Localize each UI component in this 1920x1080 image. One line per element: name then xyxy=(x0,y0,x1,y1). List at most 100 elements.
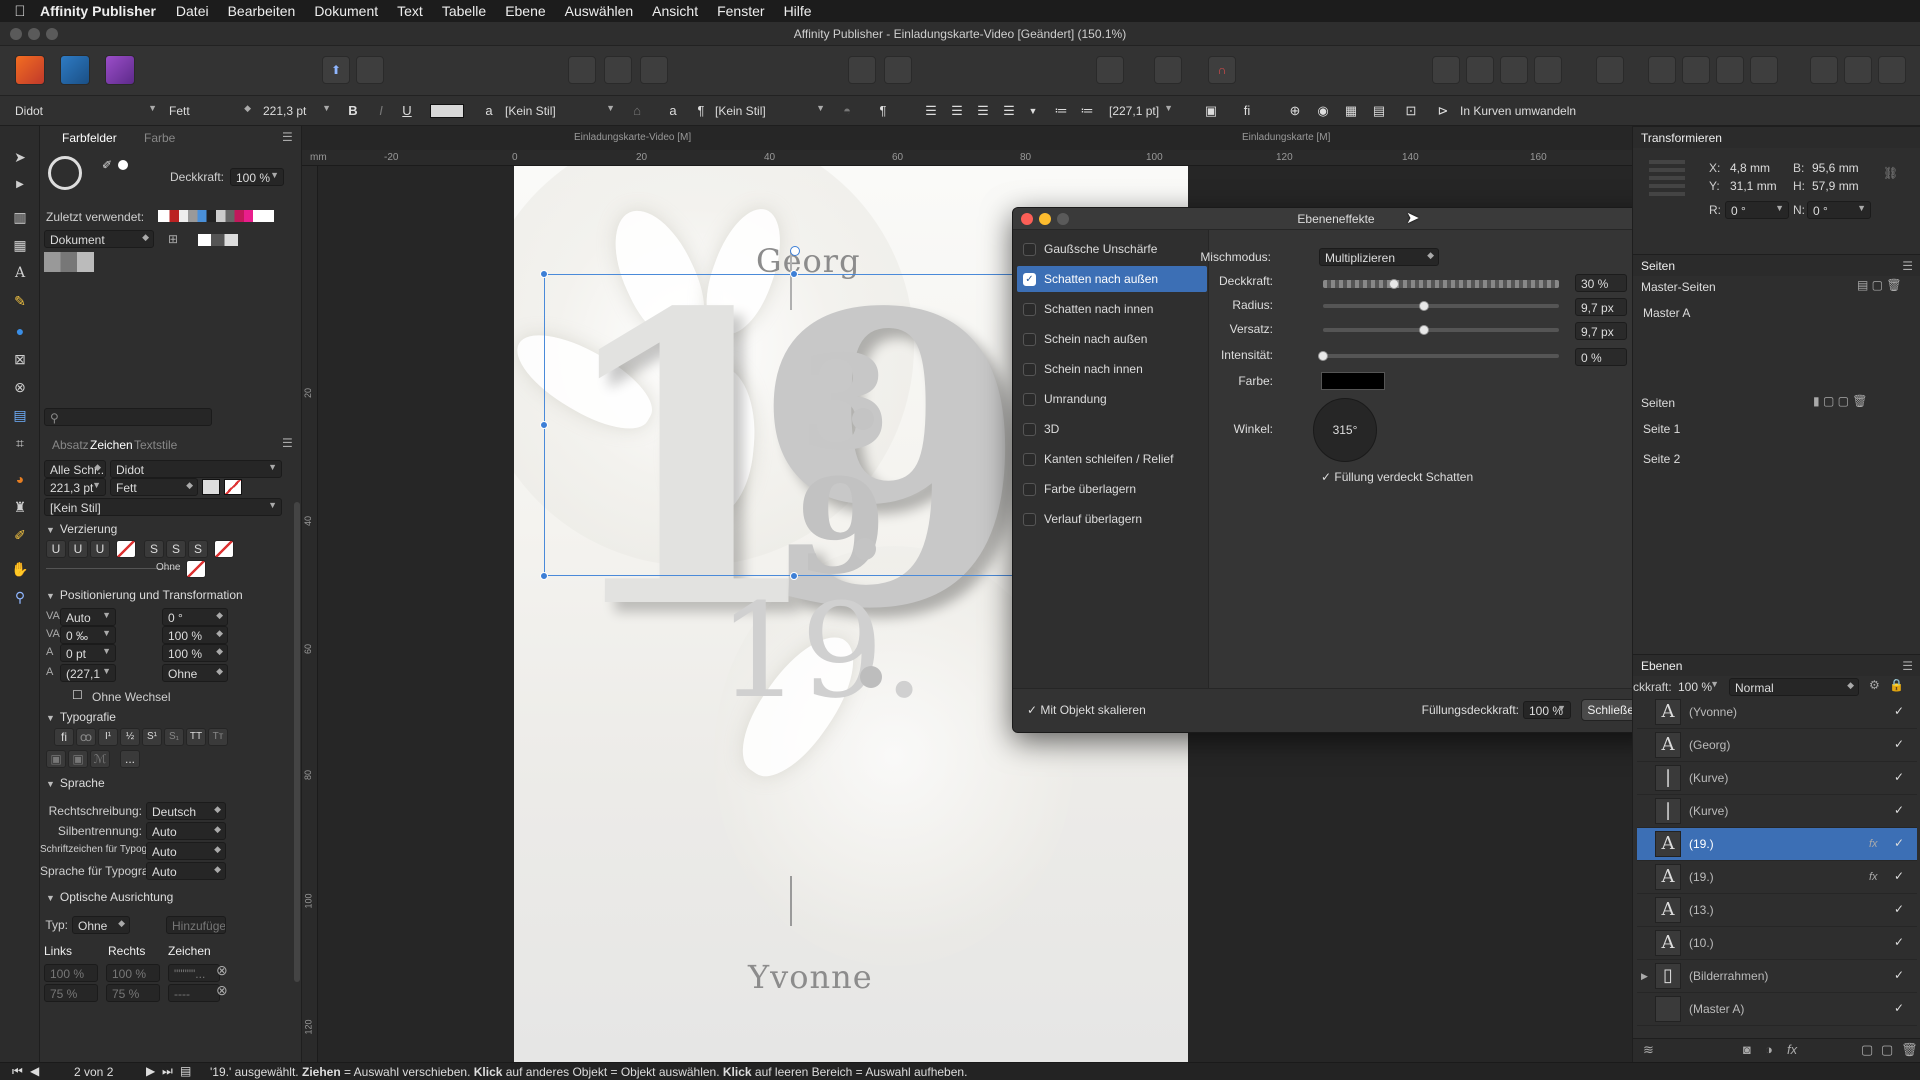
selection-handle[interactable] xyxy=(540,270,548,278)
layer-visibility-checkbox[interactable]: ✓ xyxy=(1891,968,1907,984)
crop-tool-icon[interactable]: ⌗ xyxy=(9,432,31,454)
menu-datei[interactable]: Datei xyxy=(176,3,209,19)
next-page-icon[interactable]: ▶ xyxy=(146,1064,155,1078)
menu-hilfe[interactable]: Hilfe xyxy=(784,3,812,19)
hand-tool-icon[interactable]: ✋ xyxy=(9,558,31,580)
shadow-offset-field[interactable]: 9,7 px xyxy=(1575,322,1627,340)
effect-checkbox[interactable] xyxy=(1023,362,1036,376)
menu-tabelle[interactable]: Tabelle xyxy=(442,3,486,19)
rotate-right-icon[interactable] xyxy=(1750,56,1778,84)
subscript-toggle[interactable]: S₁ xyxy=(164,728,184,746)
fill-stroke-widget[interactable] xyxy=(48,156,82,190)
text-wrap-icon[interactable] xyxy=(1154,56,1182,84)
tab-farbfelder[interactable]: Farbfelder xyxy=(62,131,117,145)
adjustment-icon[interactable]: ◑ xyxy=(1765,1042,1773,1057)
transform-w-field[interactable]: 95,6 mm xyxy=(1807,159,1871,177)
optical-row1-right[interactable]: 100 % xyxy=(106,964,160,982)
optical-row1-chars[interactable]: """""... xyxy=(168,964,220,982)
expand-layer-icon[interactable]: ▶ xyxy=(1641,971,1648,982)
layer-row[interactable]: A (19.) fx ✓ xyxy=(1637,861,1917,894)
last-page-icon[interactable]: ⏭ xyxy=(162,1064,173,1079)
pages-panel-header[interactable]: Seiten ☰ xyxy=(1633,254,1920,276)
swatch-search-input[interactable]: ⚲ xyxy=(44,408,212,426)
transform-r-field[interactable]: 0 ° ▼ xyxy=(1725,201,1789,219)
name-yvonne-text[interactable]: Yvonne xyxy=(748,958,873,996)
dot-shape[interactable] xyxy=(860,666,882,688)
vertical-ruler[interactable]: 20 40 60 80 100 120 xyxy=(302,166,318,1062)
preview-icon[interactable] xyxy=(604,56,632,84)
first-page-icon[interactable]: ⏮ xyxy=(12,1064,23,1079)
arrange-front-icon[interactable] xyxy=(1534,56,1562,84)
underline-button[interactable]: U xyxy=(396,101,418,121)
shadow-angle-dial[interactable]: 315° xyxy=(1313,398,1377,462)
eye-icon[interactable] xyxy=(1096,56,1124,84)
leading-field[interactable]: [227,1 pt] ▼ xyxy=(1104,101,1176,121)
scale-with-object-checkbox[interactable]: ✓ Mit Objekt skalieren xyxy=(1027,703,1146,717)
transform-x-field[interactable]: 4,8 mm xyxy=(1725,159,1789,177)
shadow-offset-knob[interactable] xyxy=(1419,325,1430,335)
transform-icon[interactable]: ▤ xyxy=(1368,101,1390,121)
remove-row-icon[interactable]: ⊗ xyxy=(216,962,228,979)
hyphenation-select[interactable]: Auto ◆ xyxy=(146,822,226,840)
layer-visibility-checkbox[interactable]: ✓ xyxy=(1891,803,1907,819)
color-picker-tool-icon[interactable]: ◕ xyxy=(9,468,31,490)
duplicate-layer-icon[interactable]: ▢ xyxy=(1881,1042,1893,1058)
panel-scrollbar[interactable] xyxy=(294,502,300,982)
font-size-select-panel[interactable]: 221,3 pt ▼ xyxy=(44,478,106,496)
section-typografie[interactable]: ▼ Typografie xyxy=(46,710,116,724)
opacity-field[interactable]: 100 % ▼ xyxy=(230,168,284,186)
share-icon[interactable]: ⬆ xyxy=(322,56,350,84)
panel-menu-icon[interactable]: ☰ xyxy=(1902,659,1913,673)
para-style-apply-icon[interactable]: ◓ xyxy=(836,101,858,121)
font-size-field[interactable]: 221,3 pt ▼ xyxy=(258,101,334,121)
char-style-select-panel[interactable]: [Kein Stil] ▼ xyxy=(44,498,282,516)
layer-row[interactable]: A (19.) fx ✓ xyxy=(1637,828,1917,861)
font-family-select[interactable]: Didot ▼ xyxy=(10,101,160,121)
layer-fx-indicator[interactable]: fx xyxy=(1869,838,1891,850)
snapping-magnet-icon[interactable]: ∩ xyxy=(1208,56,1236,84)
apple-menu-icon[interactable]:  xyxy=(0,3,40,20)
numbered-list-icon[interactable]: ≔ xyxy=(1076,101,1098,121)
no-break-checkbox[interactable]: ☐ xyxy=(72,688,83,702)
bleed-icon[interactable] xyxy=(640,56,668,84)
tab-absatz[interactable]: Absatz xyxy=(52,438,89,452)
page-2-item[interactable]: Seite 2 xyxy=(1643,452,1680,466)
layer-row[interactable]: A (13.) ✓ xyxy=(1637,894,1917,927)
convert-to-curves-button[interactable]: In Kurven umwandeln xyxy=(1460,104,1576,118)
effect-checkbox[interactable] xyxy=(1023,422,1036,436)
section-sprache[interactable]: ▼ Sprache xyxy=(46,776,105,790)
fill-tool-icon[interactable]: ♜ xyxy=(9,496,31,518)
effect-color-overlay[interactable]: Farbe überlagern xyxy=(1017,476,1207,502)
page-options-icon[interactable]: ▤ xyxy=(180,1064,191,1078)
effect-checkbox[interactable] xyxy=(1023,242,1036,256)
layer-row[interactable]: A (Georg) ✓ xyxy=(1637,729,1917,762)
gear-icon[interactable]: ⚙ xyxy=(1869,678,1880,692)
font-style-select-panel[interactable]: Fett ◆ xyxy=(110,478,198,496)
stylistic-set-2-toggle[interactable]: ▣ xyxy=(68,750,88,768)
lock-icon[interactable]: 🔒 xyxy=(1889,678,1904,692)
transform-panel-header[interactable]: Transformieren xyxy=(1633,126,1920,148)
layer-fx-indicator[interactable]: fx xyxy=(1869,871,1891,883)
menu-ansicht[interactable]: Ansicht xyxy=(652,3,698,19)
layer-visibility-checkbox[interactable]: ✓ xyxy=(1891,869,1907,885)
doc-tab-einladungskarte[interactable]: Einladungskarte [M] xyxy=(1242,132,1330,143)
layer-opacity-field[interactable]: 100 % ▼ xyxy=(1673,678,1723,696)
optical-type-select[interactable]: Ohne ◆ xyxy=(72,916,130,934)
view-icon[interactable]: ◉ xyxy=(1312,101,1334,121)
strike-single-button[interactable]: S xyxy=(144,540,164,558)
align-left-icon[interactable]: ☰ xyxy=(920,101,942,121)
zoom-tool-icon[interactable]: ⚲ xyxy=(9,586,31,608)
master-page-options-icon[interactable]: ▤ ▢ 🗑 xyxy=(1857,278,1902,292)
layer-visibility-checkbox[interactable]: ✓ xyxy=(1891,836,1907,852)
effect-checkbox[interactable]: ✓ xyxy=(1023,272,1036,286)
shadow-radius-slider[interactable] xyxy=(1323,304,1559,308)
kerning-field[interactable]: Auto ▼ xyxy=(60,608,116,626)
shape-tool-icon[interactable]: ● xyxy=(9,320,31,342)
optical-add-button[interactable]: Hinzufügen xyxy=(166,916,226,934)
horizontal-ruler[interactable]: mm -20 0 20 40 60 80 100 120 140 160 xyxy=(302,150,1632,166)
boolean-subtract-icon[interactable] xyxy=(1844,56,1872,84)
shadow-color-swatch[interactable] xyxy=(1321,372,1385,390)
char-style-a-icon[interactable]: a xyxy=(662,101,684,121)
app-menu[interactable]: Affinity Publisher xyxy=(40,3,156,19)
shadow-intensity-slider[interactable] xyxy=(1323,354,1559,358)
